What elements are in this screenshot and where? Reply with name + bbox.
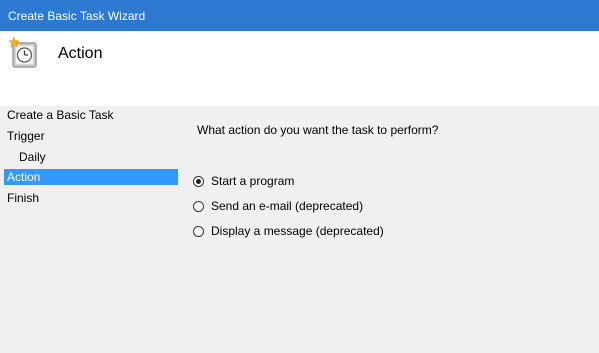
step-label: Create a Basic Task bbox=[7, 108, 114, 122]
step-label: Action bbox=[7, 170, 41, 184]
radio-button[interactable] bbox=[193, 225, 204, 237]
window-title: Create Basic Task Wizard bbox=[8, 9, 146, 23]
wizard-header: Action bbox=[0, 31, 599, 106]
page-heading: Action bbox=[58, 45, 103, 62]
step-trigger[interactable]: Trigger bbox=[4, 128, 178, 144]
option-display-message[interactable]: Display a message (deprecated) bbox=[193, 223, 384, 239]
option-send-email[interactable]: Send an e-mail (deprecated) bbox=[193, 198, 363, 214]
radio-button[interactable] bbox=[193, 200, 204, 212]
option-label: Display a message (deprecated) bbox=[211, 224, 384, 238]
step-action[interactable]: Action bbox=[4, 169, 178, 185]
step-create-basic-task[interactable]: Create a Basic Task bbox=[4, 107, 178, 123]
task-scheduler-clock-icon bbox=[8, 36, 40, 69]
option-label: Send an e-mail (deprecated) bbox=[211, 199, 364, 213]
step-label: Trigger bbox=[7, 129, 45, 143]
option-start-program[interactable]: Start a program bbox=[193, 173, 294, 189]
radio-button-checked[interactable] bbox=[193, 175, 204, 187]
action-panel: What action do you want the task to perf… bbox=[180, 106, 599, 353]
action-question: What action do you want the task to perf… bbox=[197, 123, 439, 137]
title-bar: Create Basic Task Wizard bbox=[0, 0, 599, 31]
step-daily[interactable]: Daily bbox=[4, 149, 178, 165]
step-finish[interactable]: Finish bbox=[4, 190, 178, 206]
option-label: Start a program bbox=[211, 174, 295, 188]
step-label: Daily bbox=[19, 150, 46, 164]
step-label: Finish bbox=[7, 191, 40, 205]
wizard-steps-sidebar: Create a Basic Task Trigger Daily Action… bbox=[0, 106, 180, 353]
